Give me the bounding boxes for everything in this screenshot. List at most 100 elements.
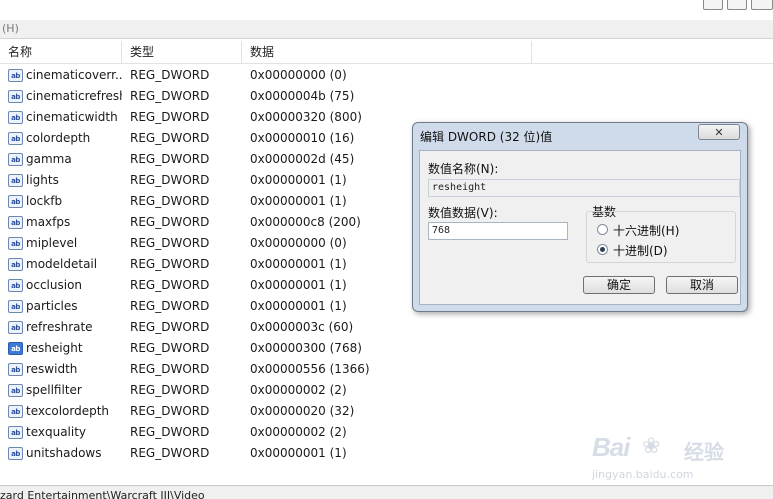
registry-value-icon: ab — [8, 195, 23, 208]
value-type: REG_DWORD — [130, 194, 210, 208]
hex-radio[interactable] — [597, 224, 608, 235]
registry-value-icon: ab — [8, 405, 23, 418]
value-type: REG_DWORD — [130, 299, 210, 313]
menu-bar: (H) — [0, 20, 773, 39]
column-type-header[interactable]: 类型 — [122, 41, 242, 63]
value-name: unitshadows — [26, 446, 102, 460]
value-name: cinematicrefresh — [26, 89, 122, 103]
value-name: refreshrate — [26, 320, 93, 334]
maximize-button[interactable] — [727, 0, 747, 10]
value-type: REG_DWORD — [130, 131, 210, 145]
minimize-button[interactable] — [703, 0, 723, 10]
value-name: colordepth — [26, 131, 91, 145]
value-data: 0x0000003c (60) — [250, 320, 354, 334]
value-data: 0x00000000 (0) — [250, 236, 347, 250]
value-type: REG_DWORD — [130, 404, 210, 418]
value-data: 0x00000001 (1) — [250, 194, 347, 208]
list-item[interactable]: ab resheight REG_DWORD 0x00000300 (768) — [0, 338, 773, 359]
dialog-body: 数值名称(N): resheight 数值数据(V): 768 基数 十六进制(… — [419, 150, 741, 305]
value-data: 0x00000020 (32) — [250, 404, 355, 418]
registry-value-icon: ab — [8, 237, 23, 250]
value-name: reswidth — [26, 362, 78, 376]
column-name-header[interactable]: 名称 — [0, 41, 122, 63]
value-data: 0x00000001 (1) — [250, 299, 347, 313]
value-type: REG_DWORD — [130, 383, 210, 397]
value-type: REG_DWORD — [130, 446, 210, 460]
value-type: REG_DWORD — [130, 257, 210, 271]
value-name: lights — [26, 173, 59, 187]
registry-value-icon: ab — [8, 153, 23, 166]
cancel-button[interactable]: 取消 — [666, 276, 738, 294]
registry-value-icon: ab — [8, 363, 23, 376]
value-type: REG_DWORD — [130, 278, 210, 292]
registry-value-icon: ab — [8, 216, 23, 229]
list-item[interactable]: ab spellfilter REG_DWORD 0x00000002 (2) — [0, 380, 773, 401]
value-name: spellfilter — [26, 383, 82, 397]
list-item[interactable]: ab texcolordepth REG_DWORD 0x00000020 (32) — [0, 401, 773, 422]
value-name: modeldetail — [26, 257, 98, 271]
value-name: occlusion — [26, 278, 83, 292]
list-item[interactable]: ab refreshrate REG_DWORD 0x0000003c (60) — [0, 317, 773, 338]
ok-button[interactable]: 确定 — [583, 276, 655, 294]
value-type: REG_DWORD — [130, 425, 210, 439]
value-data: 0x00000010 (16) — [250, 131, 355, 145]
value-data: 0x0000002d (45) — [250, 152, 355, 166]
registry-value-icon: ab — [8, 384, 23, 397]
edit-dword-dialog: 编辑 DWORD (32 位)值 ✕ 数值名称(N): resheight 数值… — [412, 122, 748, 312]
value-type: REG_DWORD — [130, 173, 210, 187]
value-name-label: 数值名称(N): — [428, 162, 499, 176]
close-button[interactable] — [751, 0, 773, 10]
value-data: 0x00000001 (1) — [250, 446, 347, 460]
value-name: particles — [26, 299, 78, 313]
registry-value-icon: ab — [8, 321, 23, 334]
registry-value-icon: ab — [8, 342, 23, 355]
value-data: 0x00000300 (768) — [250, 341, 362, 355]
value-type: REG_DWORD — [130, 68, 210, 82]
decimal-radio[interactable] — [597, 244, 608, 255]
value-type: REG_DWORD — [130, 362, 210, 376]
value-name: resheight — [26, 341, 83, 355]
close-icon: ✕ — [714, 126, 724, 139]
value-name: lockfb — [26, 194, 63, 208]
value-name: texcolordepth — [26, 404, 110, 418]
decimal-radio-label[interactable]: 十进制(D) — [613, 242, 668, 259]
paw-icon: ❀ — [642, 434, 661, 459]
watermark-brand-suffix: 经验 — [684, 440, 724, 464]
value-data: 0x00000000 (0) — [250, 68, 347, 82]
value-data: 0x00000556 (1366) — [250, 362, 370, 376]
menu-help[interactable]: (H) — [2, 22, 19, 35]
value-data-label: 数值数据(V): — [428, 206, 498, 220]
list-header: 名称 类型 数据 — [0, 41, 773, 64]
status-bar: zard Entertainment\Warcraft III\Video — [0, 485, 773, 499]
value-data: 0x00000002 (2) — [250, 383, 347, 397]
value-name-field[interactable]: resheight — [428, 179, 740, 197]
registry-value-icon: ab — [8, 111, 23, 124]
value-name: cinematicwidth — [26, 110, 118, 124]
dialog-title: 编辑 DWORD (32 位)值 — [420, 130, 553, 144]
value-type: REG_DWORD — [130, 320, 210, 334]
value-name: gamma — [26, 152, 72, 166]
value-data: 0x00000002 (2) — [250, 425, 347, 439]
registry-value-icon: ab — [8, 132, 23, 145]
value-name: maxfps — [26, 215, 71, 229]
value-data: 0x000000c8 (200) — [250, 215, 361, 229]
registry-value-icon: ab — [8, 174, 23, 187]
value-data: 0x0000004b (75) — [250, 89, 355, 103]
value-type: REG_DWORD — [130, 341, 210, 355]
hex-radio-label[interactable]: 十六进制(H) — [613, 222, 679, 239]
registry-value-icon: ab — [8, 69, 23, 82]
window-top-strip — [0, 0, 773, 21]
dialog-close-button[interactable]: ✕ — [698, 124, 740, 140]
list-item[interactable]: ab reswidth REG_DWORD 0x00000556 (1366) — [0, 359, 773, 380]
registry-value-icon: ab — [8, 279, 23, 292]
registry-value-icon: ab — [8, 300, 23, 313]
value-data: 0x00000001 (1) — [250, 173, 347, 187]
value-data-input[interactable]: 768 — [428, 222, 568, 240]
column-data-header[interactable]: 数据 — [242, 41, 532, 63]
list-item[interactable]: ab cinematicrefresh REG_DWORD 0x0000004b (7… — [0, 86, 773, 107]
value-data: 0x00000320 (800) — [250, 110, 362, 124]
value-name: cinematicoverr... — [26, 68, 122, 82]
watermark-url: jingyan.baidu.com — [592, 468, 694, 481]
value-data: 0x00000001 (1) — [250, 278, 347, 292]
list-item[interactable]: ab cinematicoverr... REG_DWORD 0x00000000 (… — [0, 65, 773, 86]
